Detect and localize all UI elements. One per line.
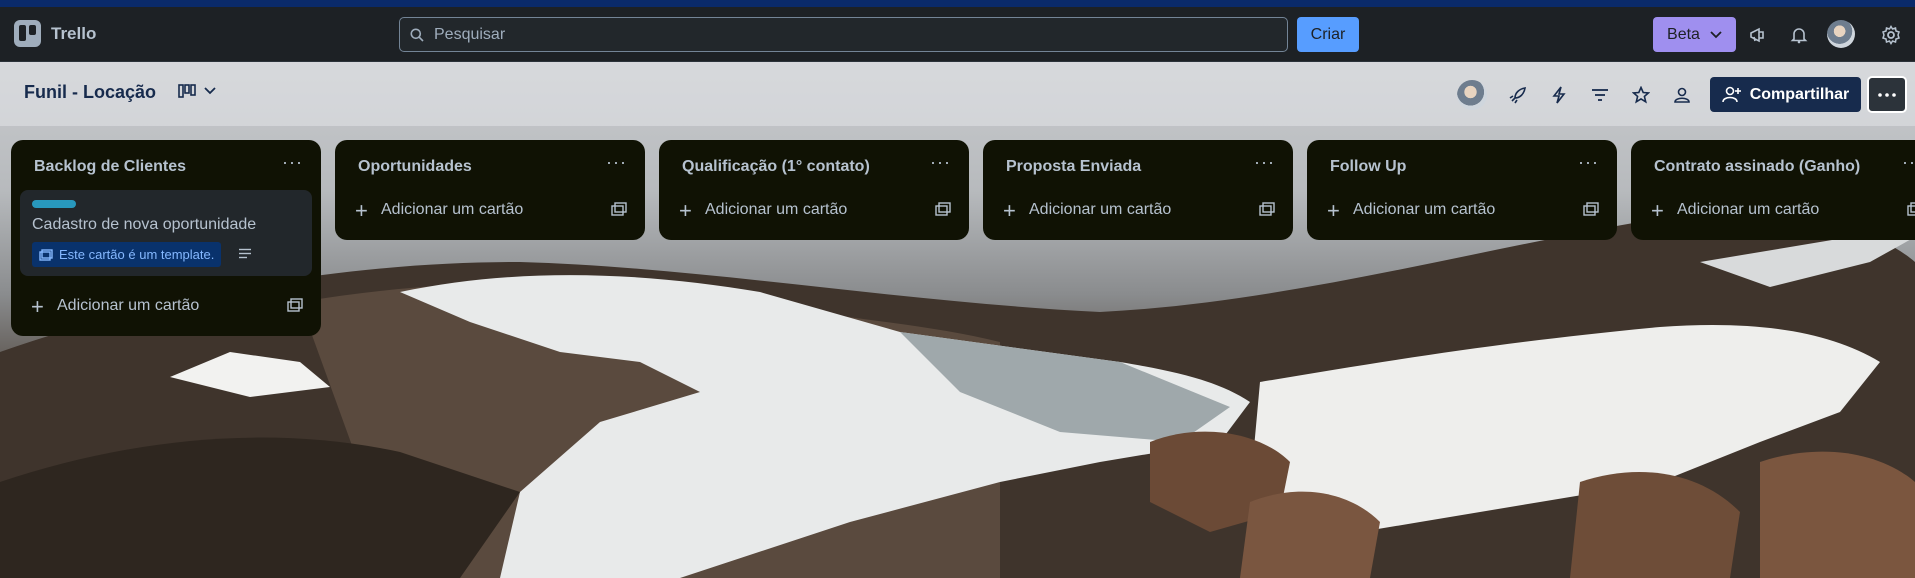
create-from-template-icon[interactable] — [611, 202, 627, 216]
create-button[interactable]: Criar — [1297, 17, 1359, 52]
board-title[interactable]: Funil - Locação — [24, 82, 156, 103]
plus-icon: + — [679, 198, 692, 223]
add-card-button[interactable]: + Adicionar um cartão — [659, 188, 969, 232]
user-avatar[interactable] — [1827, 20, 1855, 48]
list-menu-icon[interactable]: ··· — [1902, 152, 1915, 173]
plus-icon: + — [31, 294, 44, 319]
add-card-label: Adicionar um cartão — [705, 201, 848, 218]
create-from-template-icon[interactable] — [1907, 202, 1915, 216]
add-card-label: Adicionar um cartão — [1353, 201, 1496, 218]
add-card-label: Adicionar um cartão — [381, 201, 524, 218]
search-input[interactable] — [432, 24, 1256, 45]
list-qualificacao: Qualificação (1° contato) ··· + Adiciona… — [659, 140, 969, 240]
list-title[interactable]: Contrato assinado (Ganho) — [1654, 158, 1860, 176]
plus-icon: + — [1003, 198, 1016, 223]
list-title[interactable]: Proposta Enviada — [1006, 158, 1141, 176]
list-header: Proposta Enviada ··· — [983, 140, 1293, 188]
add-card-button[interactable]: + Adicionar um cartão — [1307, 188, 1617, 232]
card-title: Cadastro de nova oportunidade — [32, 216, 257, 233]
add-card-button[interactable]: + Adicionar um cartão — [335, 188, 645, 232]
list-title[interactable]: Backlog de Clientes — [34, 158, 186, 176]
add-card-button[interactable]: + Adicionar um cartão — [983, 188, 1293, 232]
list-backlog: Backlog de Clientes ··· Cadastro de nova… — [11, 140, 321, 336]
share-button[interactable]: Compartilhar — [1710, 77, 1861, 112]
add-card-button[interactable]: + Adicionar um cartão — [1631, 188, 1915, 232]
more-icon — [1878, 92, 1896, 97]
card-label[interactable] — [32, 200, 76, 208]
plus-icon: + — [355, 198, 368, 223]
rocket-icon[interactable] — [1505, 82, 1531, 108]
chevron-down-icon — [1710, 30, 1722, 38]
list-menu-icon[interactable]: ··· — [606, 152, 627, 173]
template-badge-label: Este cartão é um template. — [59, 247, 215, 262]
list-menu-icon[interactable]: ··· — [282, 152, 303, 173]
list-menu-icon[interactable]: ··· — [1578, 152, 1599, 173]
add-card-label: Adicionar um cartão — [1677, 201, 1820, 218]
list-menu-icon[interactable]: ··· — [1254, 152, 1275, 173]
people-icon[interactable] — [1669, 82, 1695, 108]
star-icon[interactable] — [1628, 82, 1654, 108]
list-title[interactable]: Follow Up — [1330, 158, 1406, 176]
list-header: Backlog de Clientes ··· — [11, 140, 321, 188]
list-header: Follow Up ··· — [1307, 140, 1617, 188]
list-menu-icon[interactable]: ··· — [930, 152, 951, 173]
template-badge: Este cartão é um template. — [32, 242, 222, 267]
board-view-icon — [178, 84, 196, 98]
plus-icon: + — [1651, 198, 1664, 223]
app-name: Trello — [51, 23, 97, 43]
list-follow-up: Follow Up ··· + Adicionar um cartão — [1307, 140, 1617, 240]
board-member-avatar[interactable] — [1457, 80, 1487, 110]
add-card-label: Adicionar um cartão — [1029, 201, 1172, 218]
bell-icon[interactable] — [1788, 24, 1810, 46]
list-contrato-assinado: Contrato assinado (Ganho) ··· + Adiciona… — [1631, 140, 1915, 240]
trello-logo[interactable]: Trello — [14, 20, 96, 47]
trello-icon — [14, 20, 41, 47]
beta-button[interactable]: Beta — [1653, 17, 1736, 52]
list-oportunidades: Oportunidades ··· + Adicionar um cartão — [335, 140, 645, 240]
share-label: Compartilhar — [1749, 85, 1850, 103]
create-from-template-icon[interactable] — [1583, 202, 1599, 216]
lightning-icon[interactable] — [1546, 82, 1572, 108]
template-icon — [39, 248, 53, 261]
description-icon — [239, 248, 251, 259]
add-card-label: Adicionar um cartão — [57, 297, 200, 314]
list-header: Qualificação (1° contato) ··· — [659, 140, 969, 188]
beta-label: Beta — [1667, 25, 1700, 43]
megaphone-icon[interactable] — [1747, 24, 1769, 46]
add-person-icon — [1721, 86, 1741, 102]
list-proposta-enviada: Proposta Enviada ··· + Adicionar um cart… — [983, 140, 1293, 240]
board-view-switcher[interactable] — [178, 84, 216, 98]
top-navigation-bar: Trello Criar Beta — [0, 7, 1915, 62]
create-from-template-icon[interactable] — [287, 298, 303, 312]
create-from-template-icon[interactable] — [935, 202, 951, 216]
search-box[interactable] — [399, 17, 1288, 52]
chevron-down-icon — [204, 87, 216, 95]
list-header: Contrato assinado (Ganho) ··· — [1631, 140, 1915, 188]
create-from-template-icon[interactable] — [1259, 202, 1275, 216]
search-icon — [410, 28, 424, 42]
board-menu-button[interactable] — [1867, 76, 1907, 113]
list-title[interactable]: Qualificação (1° contato) — [682, 158, 870, 176]
top-accent-strip — [0, 0, 1915, 7]
list-title[interactable]: Oportunidades — [358, 158, 472, 176]
filter-icon[interactable] — [1587, 82, 1613, 108]
list-header: Oportunidades ··· — [335, 140, 645, 188]
card[interactable]: Cadastro de nova oportunidade Este cartã… — [20, 190, 312, 276]
add-card-button[interactable]: + Adicionar um cartão — [11, 284, 321, 328]
plus-icon: + — [1327, 198, 1340, 223]
gear-icon[interactable] — [1880, 24, 1902, 46]
